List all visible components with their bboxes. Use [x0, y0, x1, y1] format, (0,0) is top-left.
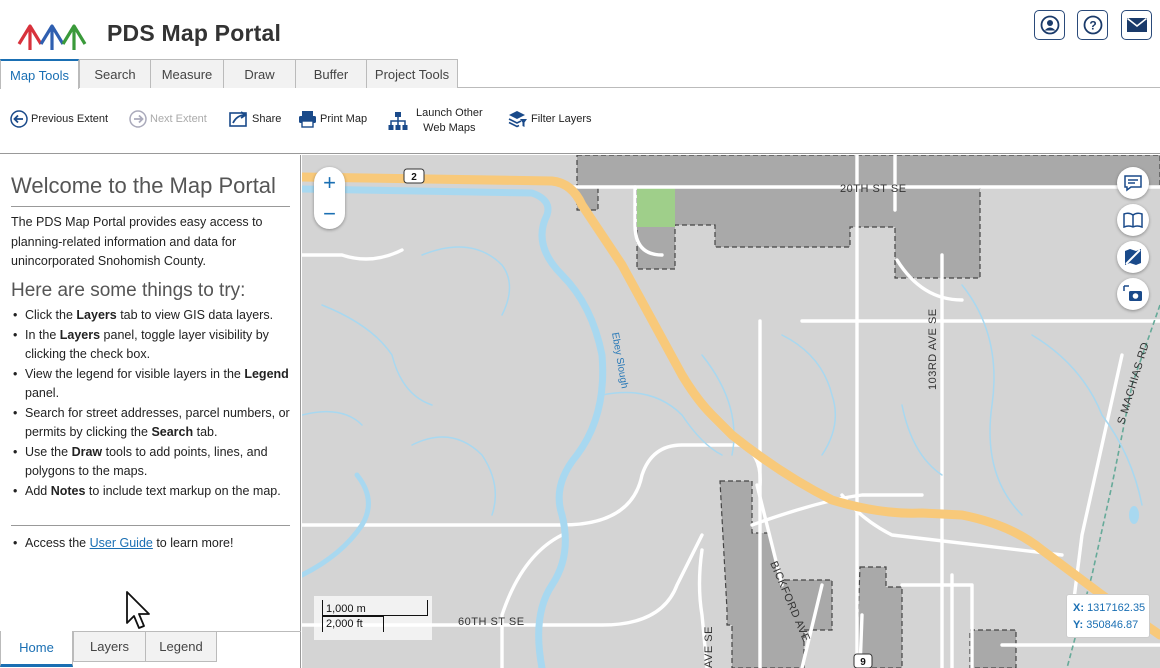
help-button[interactable]: ? [1077, 10, 1108, 40]
water-label-ebey: Ebey Slough [609, 332, 630, 390]
screenshot-icon [1123, 285, 1142, 301]
app-title: PDS Map Portal [107, 20, 282, 46]
contact-button[interactable] [1121, 10, 1152, 40]
tab-buffer[interactable]: Buffer [295, 59, 367, 88]
filter-layers-button[interactable]: Filter Layers [508, 110, 592, 128]
mail-icon [1126, 17, 1147, 32]
pds-logo-icon [17, 24, 87, 50]
map-view[interactable]: 2 9 20TH ST SE 103RD AVE SE S MACHIAS RD… [302, 155, 1160, 668]
app-header: PDS Map Portal ? [0, 0, 1160, 60]
divider [11, 206, 290, 207]
user-icon [1040, 15, 1059, 35]
screenshot-button[interactable] [1117, 278, 1149, 310]
list-item: View the legend for visible layers in th… [11, 365, 296, 404]
tab-layers[interactable]: Layers [73, 632, 146, 662]
road-label-ave: AVE SE [703, 626, 715, 668]
road-label-20th: 20TH ST SE [840, 183, 907, 195]
zoom-out-button[interactable]: − [314, 198, 345, 229]
list-item: Use the Draw tools to add points, lines,… [11, 443, 296, 482]
tab-home[interactable]: Home [0, 631, 73, 667]
launch-web-maps-label-1: Launch Other [416, 107, 483, 119]
svg-text:2: 2 [411, 172, 417, 183]
user-guide-link[interactable]: User Guide [90, 536, 153, 550]
bookmarks-button[interactable] [1117, 204, 1149, 236]
print-map-button[interactable]: Print Map [298, 110, 367, 128]
intro-text: The PDS Map Portal provides easy access … [11, 215, 263, 268]
printer-icon [299, 111, 316, 128]
list-item: Click the Layers tab to view GIS data la… [11, 306, 296, 326]
share-button[interactable]: Share [229, 110, 281, 128]
panel-subtitle: Here are some things to try: [11, 280, 246, 301]
main-tabbar: Map Tools Search Measure Draw Buffer Pro… [0, 59, 1160, 89]
road-label-60th: 60TH ST SE [458, 616, 525, 628]
notes-button[interactable] [1117, 167, 1149, 199]
zoom-control: + − [314, 167, 345, 229]
launch-web-maps-button[interactable]: Launch Other Web Maps [388, 106, 483, 136]
list-item: Search for street addresses, parcel numb… [11, 404, 296, 443]
tips-list: Click the Layers tab to view GIS data la… [11, 306, 296, 501]
y-coordinate: 350846.87 [1086, 619, 1139, 631]
back-arrow-icon [10, 110, 28, 128]
scale-bar: 1,000 m 2,000 ft [314, 596, 432, 640]
help-icon: ? [1083, 15, 1102, 35]
basemap: 2 9 20TH ST SE 103RD AVE SE S MACHIAS RD… [302, 155, 1160, 668]
coordinate-readout: X: 1317162.35 Y: 350846.87 [1066, 594, 1150, 638]
forward-arrow-icon [129, 110, 147, 128]
route-2-shield: 2 [403, 168, 425, 184]
book-icon [1123, 212, 1143, 228]
user-button[interactable] [1034, 10, 1065, 40]
svg-text:9: 9 [860, 657, 866, 668]
list-item: Access the User Guide to learn more! [11, 534, 296, 553]
svg-text:?: ? [1089, 19, 1096, 33]
notes-icon [1124, 175, 1142, 192]
next-extent-button[interactable]: Next Extent [129, 110, 207, 128]
toggle-basemap-button[interactable] [1117, 241, 1149, 273]
road-label-103rd: 103RD AVE SE [927, 308, 939, 390]
scale-imperial: 2,000 ft [322, 616, 384, 632]
share-label: Share [252, 113, 282, 125]
panel-title: Welcome to the Map Portal [11, 173, 276, 198]
previous-extent-button[interactable]: Previous Extent [10, 110, 108, 128]
filter-layers-label: Filter Layers [531, 113, 592, 125]
route-9-shield: 9 [853, 653, 873, 668]
next-extent-label: Next Extent [150, 113, 207, 125]
panel-tabbar: Home Layers Legend [0, 631, 301, 668]
map-toolbar: Previous Extent Next Extent Share Print … [0, 88, 1160, 154]
mouse-cursor-icon [126, 591, 150, 629]
road-label-machias: S MACHIAS RD [1115, 341, 1151, 426]
layers-filter-icon [508, 111, 527, 128]
tab-search[interactable]: Search [79, 59, 151, 88]
previous-extent-label: Previous Extent [31, 113, 109, 125]
tab-draw[interactable]: Draw [223, 59, 296, 88]
tab-map-tools[interactable]: Map Tools [0, 59, 79, 89]
tab-legend[interactable]: Legend [145, 632, 217, 662]
scale-metric: 1,000 m [322, 600, 428, 616]
list-item: In the Layers panel, toggle layer visibi… [11, 326, 296, 365]
share-icon [229, 111, 248, 127]
map-off-icon [1125, 249, 1141, 265]
print-map-label: Print Map [320, 113, 368, 125]
tab-project-tools[interactable]: Project Tools [366, 59, 458, 88]
launch-web-maps-label-2: Web Maps [423, 122, 476, 134]
zoom-in-button[interactable]: + [314, 167, 345, 198]
list-item: Add Notes to include text markup on the … [11, 482, 296, 502]
x-coordinate: 1317162.35 [1087, 602, 1146, 614]
sitemap-icon [388, 112, 408, 130]
guide-list: Access the User Guide to learn more! [11, 534, 296, 553]
tab-measure[interactable]: Measure [150, 59, 224, 88]
divider [11, 525, 290, 526]
